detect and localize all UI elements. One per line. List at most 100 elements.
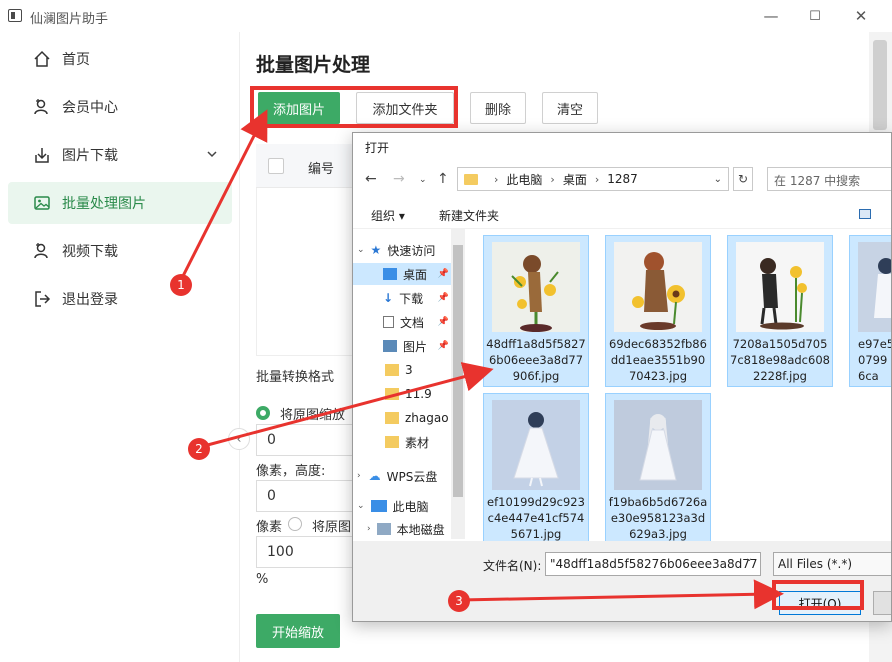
- figurine-thumbnail: [492, 242, 580, 332]
- filename-input[interactable]: "48dff1a8d5f58276b06eee3a8d77: [545, 552, 761, 576]
- sidebar-item-logout[interactable]: 退出登录: [8, 278, 232, 320]
- tree-quick-access[interactable]: ⌄ ★ 快速访问: [353, 239, 453, 261]
- download-arrow-icon: ↓: [383, 291, 394, 305]
- sidebar-item-batch-process[interactable]: 批量处理图片: [8, 182, 232, 224]
- highlight-box-open-button: [772, 580, 864, 610]
- file-item[interactable]: f19ba6b5d6726ae30e958123a3d629a3.jpg: [605, 393, 711, 545]
- file-table-header: 编号: [256, 144, 356, 188]
- up-arrow-icon[interactable]: ↑: [437, 171, 449, 187]
- sidebar-item-video-download[interactable]: 视频下载: [8, 230, 232, 272]
- file-item[interactable]: e97e5 0799 6ca: [849, 235, 891, 387]
- tree-desktop[interactable]: 桌面 📌: [353, 263, 453, 285]
- file-type-filter[interactable]: All Files (*.*): [773, 552, 891, 576]
- folder-icon: [385, 364, 399, 376]
- folder-icon: [385, 388, 399, 400]
- tree-folder-3[interactable]: 3: [353, 359, 453, 381]
- pictures-icon: [383, 340, 397, 352]
- nav-scrollbar-thumb[interactable]: [453, 245, 463, 497]
- file-item[interactable]: 7208a1505d7057c818e98adc6082228f.jpg: [727, 235, 833, 387]
- figurine-thumbnail: [614, 400, 702, 490]
- file-name: ef10199d29c923c4e447e41cf5745671.jpg: [487, 495, 585, 541]
- home-icon: [32, 49, 52, 69]
- user-plus-icon: [32, 97, 52, 117]
- pin-icon: 📌: [437, 269, 449, 279]
- sidebar-item-label: 首页: [62, 52, 90, 68]
- search-input[interactable]: 在 1287 中搜索: [767, 167, 891, 191]
- desktop-icon: [383, 268, 397, 280]
- tree-downloads[interactable]: ↓ 下载 📌: [353, 287, 453, 309]
- file-name: f19ba6b5d6726ae30e958123a3d629a3.jpg: [608, 495, 708, 541]
- width-input[interactable]: 0: [256, 424, 356, 456]
- sidebar: 首页 会员中心 图片下载 批量处理图片 视频下载 退出登录: [0, 32, 240, 662]
- sidebar-item-image-download[interactable]: 图片下载: [8, 134, 232, 176]
- chevron-down-icon[interactable]: ⌄: [745, 553, 753, 564]
- chevron-left-icon[interactable]: ‹: [228, 428, 250, 450]
- step-badge: 1: [170, 274, 192, 296]
- convert-format-label: 批量转换格式: [256, 370, 335, 385]
- organize-menu[interactable]: 组织 ▾: [371, 207, 405, 224]
- navigation-pane: ⌄ ★ 快速访问 桌面 📌 ↓ 下载 📌 文档 📌 图片 📌 3 11.9 zhagao 素材…: [353, 229, 465, 539]
- close-button[interactable]: ✕: [846, 4, 876, 28]
- tree-this-pc[interactable]: ⌄ 此电脑: [353, 495, 453, 517]
- scale-radio-label: 将原图缩放: [280, 408, 346, 423]
- file-item[interactable]: ef10199d29c923c4e447e41cf5745671.jpg: [483, 393, 589, 545]
- delete-button[interactable]: 删除: [470, 92, 526, 124]
- app-title: 仙澜图片助手: [30, 12, 109, 27]
- cancel-button[interactable]: [873, 591, 891, 615]
- page-title: 批量图片处理: [256, 54, 371, 76]
- select-all-checkbox[interactable]: [268, 158, 284, 174]
- pixel-label: 像素: [256, 520, 283, 535]
- download-icon: [32, 145, 52, 165]
- dialog-title: 打开: [365, 141, 390, 155]
- main-scrollbar-thumb[interactable]: [873, 40, 887, 130]
- folder-icon: [385, 412, 399, 424]
- file-item[interactable]: 69dec68352fb86dd1eae3551b9070423.jpg: [605, 235, 711, 387]
- minimize-button[interactable]: —: [756, 4, 786, 28]
- step-badge: 3: [448, 590, 470, 612]
- back-arrow-icon[interactable]: ←: [365, 171, 377, 187]
- file-table-body: [256, 188, 356, 356]
- percent-radio[interactable]: [288, 517, 302, 531]
- new-folder-button[interactable]: 新建文件夹: [439, 207, 499, 224]
- dialog-toolbar: 组织 ▾ 新建文件夹: [353, 199, 891, 229]
- sidebar-item-label: 图片下载: [62, 148, 118, 164]
- forward-arrow-icon[interactable]: →: [393, 171, 405, 187]
- open-file-dialog: 打开 ← → ⌄ ↑ › 此电脑 › 桌面 › 1287 ⌄ ↻ 在 1287 …: [352, 132, 892, 622]
- sidebar-item-membership[interactable]: 会员中心: [8, 86, 232, 128]
- file-name: 69dec68352fb86dd1eae3551b9070423.jpg: [609, 337, 707, 383]
- scale-radio[interactable]: [256, 406, 270, 420]
- file-grid: 48dff1a8d5f58276b06eee3a8d77906f.jpg 69d…: [469, 229, 891, 545]
- recent-chevron-icon[interactable]: ⌄: [419, 175, 427, 185]
- file-name: 7208a1505d7057c818e98adc6082228f.jpg: [730, 337, 830, 383]
- user-plus-icon: [32, 241, 52, 261]
- sidebar-item-label: 视频下载: [62, 244, 118, 260]
- tree-wps-cloud[interactable]: › ☁ WPS云盘: [353, 465, 453, 487]
- title-bar: 仙澜图片助手 — ☐ ✕: [0, 0, 892, 32]
- percent-input[interactable]: 100: [256, 536, 356, 568]
- logout-icon: [32, 289, 52, 309]
- height-input[interactable]: 0: [256, 480, 356, 512]
- tree-folder-11-9[interactable]: 11.9: [353, 383, 453, 405]
- highlight-box-add-buttons: [250, 86, 458, 128]
- tree-pictures[interactable]: 图片 📌: [353, 335, 453, 357]
- address-bar[interactable]: › 此电脑 › 桌面 › 1287 ⌄: [457, 167, 729, 191]
- clear-button[interactable]: 清空: [542, 92, 598, 124]
- tree-local-disk[interactable]: › 本地磁盘: [353, 521, 453, 537]
- address-dropdown-icon[interactable]: ⌄: [714, 174, 722, 185]
- start-scale-button[interactable]: 开始缩放: [256, 614, 340, 648]
- breadcrumb-item[interactable]: 此电脑: [506, 171, 542, 188]
- maximize-button[interactable]: ☐: [800, 4, 830, 28]
- sidebar-item-label: 退出登录: [62, 292, 118, 308]
- refresh-icon[interactable]: ↻: [733, 167, 753, 191]
- breadcrumb-item[interactable]: 1287: [607, 172, 638, 186]
- figurine-thumbnail: [736, 242, 824, 332]
- tree-folder-zhagao[interactable]: zhagao: [353, 407, 453, 429]
- file-item[interactable]: 48dff1a8d5f58276b06eee3a8d77906f.jpg: [483, 235, 589, 387]
- cloud-icon: ☁: [368, 469, 381, 483]
- sidebar-item-home[interactable]: 首页: [8, 38, 232, 80]
- breadcrumb-item[interactable]: 桌面: [563, 171, 587, 188]
- view-options-icon[interactable]: [859, 209, 871, 219]
- tree-documents[interactable]: 文档 📌: [353, 311, 453, 333]
- folder-icon: [464, 173, 478, 185]
- tree-folder-material[interactable]: 素材: [353, 431, 453, 453]
